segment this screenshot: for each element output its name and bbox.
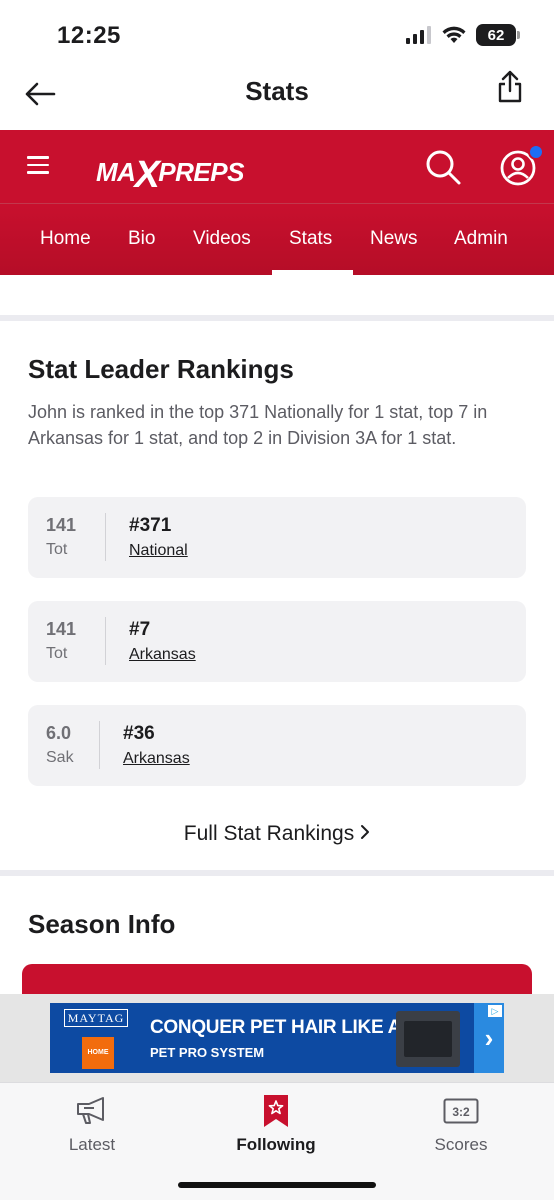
bottom-tab-label: Scores [434,1135,488,1154]
share-icon [498,70,522,103]
chevron-right-icon [360,823,370,846]
bottom-tab-label: Following [236,1135,316,1154]
ranking-value: 141 [46,515,77,535]
ad-subheadline: PET PRO SYSTEM [150,1045,265,1060]
full-stat-rankings-label: Full Stat Rankings [183,822,355,845]
profile-tab-bar: Home Bio Videos Stats News Admin [0,203,554,275]
ranking-info: #36 Arkansas [123,723,190,768]
ranking-number: #371 [129,515,172,536]
ranking-abbr: Sak [46,749,74,766]
section-divider [0,870,554,876]
bookmark-star-icon [264,1095,288,1127]
share-button[interactable] [496,70,526,106]
bottom-tab-following[interactable]: Following [206,1091,346,1155]
tab-videos[interactable]: Videos [193,228,251,250]
status-icons: 62 [406,24,520,46]
bottom-tab-label: Latest [68,1135,116,1154]
profile-button[interactable] [498,144,544,188]
ad-brand-logo: MAYTAG [64,1009,128,1027]
tab-stats[interactable]: Stats [289,228,332,250]
ranking-value: 141 [46,619,77,639]
ranking-region-link[interactable]: National [129,542,188,560]
ranking-region-link[interactable]: Arkansas [123,750,190,768]
ranking-abbr: Tot [46,541,68,558]
ranking-separator [105,617,106,665]
ad-strip: MAYTAG HOME DEPOT CONQUER PET HAIR LIKE … [0,994,554,1082]
ad-product-image [396,1011,460,1067]
svg-text:3:2: 3:2 [452,1105,470,1119]
full-stat-rankings-link[interactable]: Full Stat Rankings [0,822,554,846]
logo-text-x: X [134,154,160,196]
page-title: Stats [245,76,309,106]
ranking-separator [105,513,106,561]
ranking-stat: 141 Tot [46,515,76,559]
ranking-card[interactable]: 141 Tot #7 Arkansas [28,601,526,682]
search-icon [426,150,461,185]
status-time: 12:25 [57,22,121,49]
ranking-card[interactable]: 6.0 Sak #36 Arkansas [28,705,526,786]
ranking-region-link[interactable]: Arkansas [129,646,196,664]
search-button[interactable] [424,148,462,186]
stat-leader-description: John is ranked in the top 371 Nationally… [28,402,488,448]
wifi-icon [442,26,466,43]
tab-news[interactable]: News [370,228,418,250]
ranking-info: #371 National [129,515,188,560]
ranking-card[interactable]: 141 Tot #371 National [28,497,526,578]
ranking-info: #7 Arkansas [129,619,196,664]
ranking-separator [99,721,100,769]
stat-leader-title: Stat Leader Rankings [28,354,294,384]
tab-bio[interactable]: Bio [128,228,155,250]
ranking-stat: 6.0 Sak [46,723,74,767]
maxpreps-logo[interactable]: MAXPREPS [96,148,244,196]
bottom-tab-scores[interactable]: 3:2 Scores [391,1091,531,1155]
scoreboard-icon: 3:2 [443,1098,479,1124]
season-info-title: Season Info [28,909,176,939]
status-bar: 12:25 62 [0,0,554,64]
nav-bar: Stats [0,64,554,130]
notification-dot [528,144,544,160]
logo-text-right: PREPS [158,157,244,187]
ranking-stat: 141 Tot [46,619,76,663]
logo-text-left: MA [96,157,136,187]
active-tab-indicator [272,270,353,275]
cellular-signal-icon [406,26,431,44]
home-indicator[interactable] [178,1182,376,1188]
adchoices-icon[interactable]: ▷ [488,1005,502,1017]
battery-indicator: 62 [476,24,520,46]
ranking-abbr: Tot [46,645,68,662]
ranking-number: #36 [123,723,155,744]
bottom-tab-latest[interactable]: Latest [22,1091,162,1155]
ad-banner[interactable]: MAYTAG HOME DEPOT CONQUER PET HAIR LIKE … [50,1003,504,1073]
maxpreps-header: MAXPREPS [0,130,554,203]
ad-retailer-logo: HOME DEPOT [82,1037,114,1069]
ranking-value: 6.0 [46,723,72,743]
tab-admin[interactable]: Admin [454,228,508,250]
tab-home[interactable]: Home [40,228,91,250]
section-divider [0,315,554,321]
menu-button[interactable] [27,156,49,176]
ranking-number: #7 [129,619,151,640]
megaphone-icon [77,1097,104,1124]
